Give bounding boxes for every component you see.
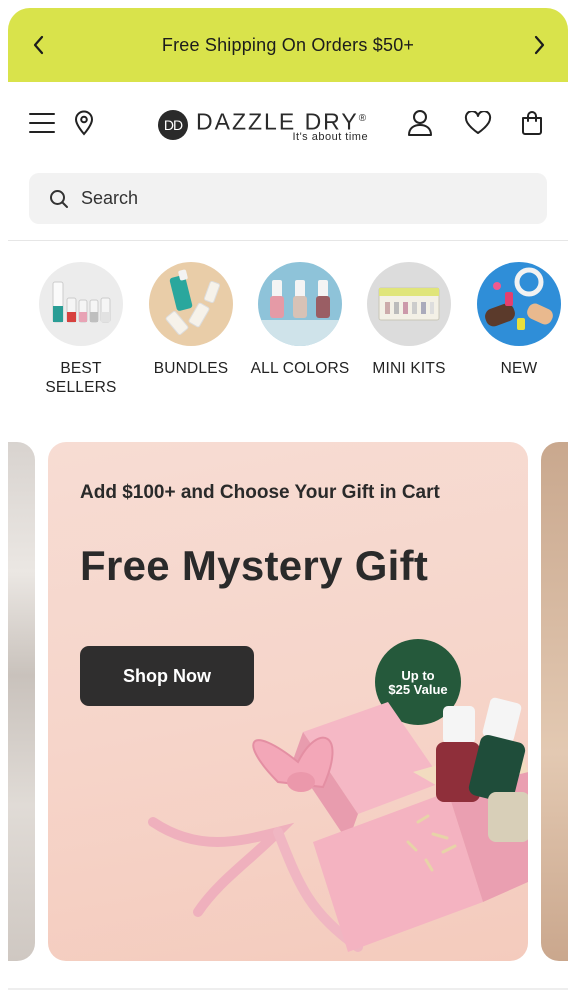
menu-button[interactable] — [25, 106, 59, 140]
user-icon — [408, 110, 432, 136]
next-announcement-button[interactable] — [524, 30, 554, 60]
category-image-new — [477, 262, 561, 346]
category-image-mini-kits — [367, 262, 451, 346]
bundles-products-image — [165, 269, 221, 335]
category-image-bundles — [149, 262, 233, 346]
category-image-best-sellers — [39, 262, 123, 346]
best-sellers-products-image — [52, 281, 111, 323]
all-colors-products-image — [258, 280, 342, 346]
category-label: BUNDLES — [153, 360, 229, 377]
category-label: ALL COLORS — [250, 360, 350, 377]
logo-text: DAZZLE DRY® It's about time — [196, 107, 369, 144]
account-button[interactable] — [403, 106, 437, 140]
heart-icon — [464, 111, 492, 134]
search-icon — [50, 189, 68, 208]
category-new[interactable]: NEW — [469, 262, 569, 378]
hamburger-menu-icon — [29, 113, 55, 133]
chevron-right-icon — [534, 35, 545, 55]
search-placeholder: Search — [81, 188, 139, 208]
new-products-image — [485, 267, 553, 330]
cart-button[interactable] — [515, 106, 549, 140]
site-header: DD DAZZLE DRY® It's about time — [8, 82, 568, 166]
chevron-left-icon — [33, 35, 44, 55]
shopping-bag-icon — [522, 111, 542, 135]
search-input[interactable]: Search — [29, 173, 547, 224]
next-slide-peek[interactable] — [541, 442, 568, 961]
header-divider — [8, 240, 568, 241]
location-pin-icon — [74, 110, 94, 136]
prev-announcement-button[interactable] — [24, 30, 54, 60]
announcement-text: Free Shipping On Orders $50+ — [161, 34, 415, 55]
brand-logo[interactable]: DD DAZZLE DRY® It's about time — [158, 104, 368, 146]
category-image-all-colors — [258, 262, 342, 346]
category-label: NEW — [500, 360, 538, 377]
store-locator-button[interactable] — [67, 106, 101, 140]
category-label: BEST SELLERS — [45, 360, 117, 396]
category-label: MINI KITS — [372, 360, 446, 377]
mini-kits-products-image — [378, 287, 440, 321]
category-mini-kits[interactable]: MINI KITS — [359, 262, 459, 378]
logo-registered-mark: ® — [358, 112, 369, 124]
gift-box-image — [148, 697, 528, 952]
category-best-sellers[interactable]: BEST SELLERS — [31, 262, 131, 397]
section-divider — [8, 988, 568, 990]
promo-banner[interactable]: Add $100+ and Choose Your Gift in Cart F… — [48, 442, 528, 961]
logo-tagline: It's about time — [292, 131, 369, 144]
logo-badge: DD — [158, 110, 188, 140]
category-bundles[interactable]: BUNDLES — [141, 262, 241, 378]
announcement-bar: Free Shipping On Orders $50+ — [8, 8, 568, 82]
logo-wordmark: DAZZLE DRY® — [196, 107, 369, 133]
wishlist-button[interactable] — [461, 106, 495, 140]
previous-slide-peek[interactable] — [8, 442, 35, 961]
category-all-colors[interactable]: ALL COLORS — [250, 262, 350, 378]
